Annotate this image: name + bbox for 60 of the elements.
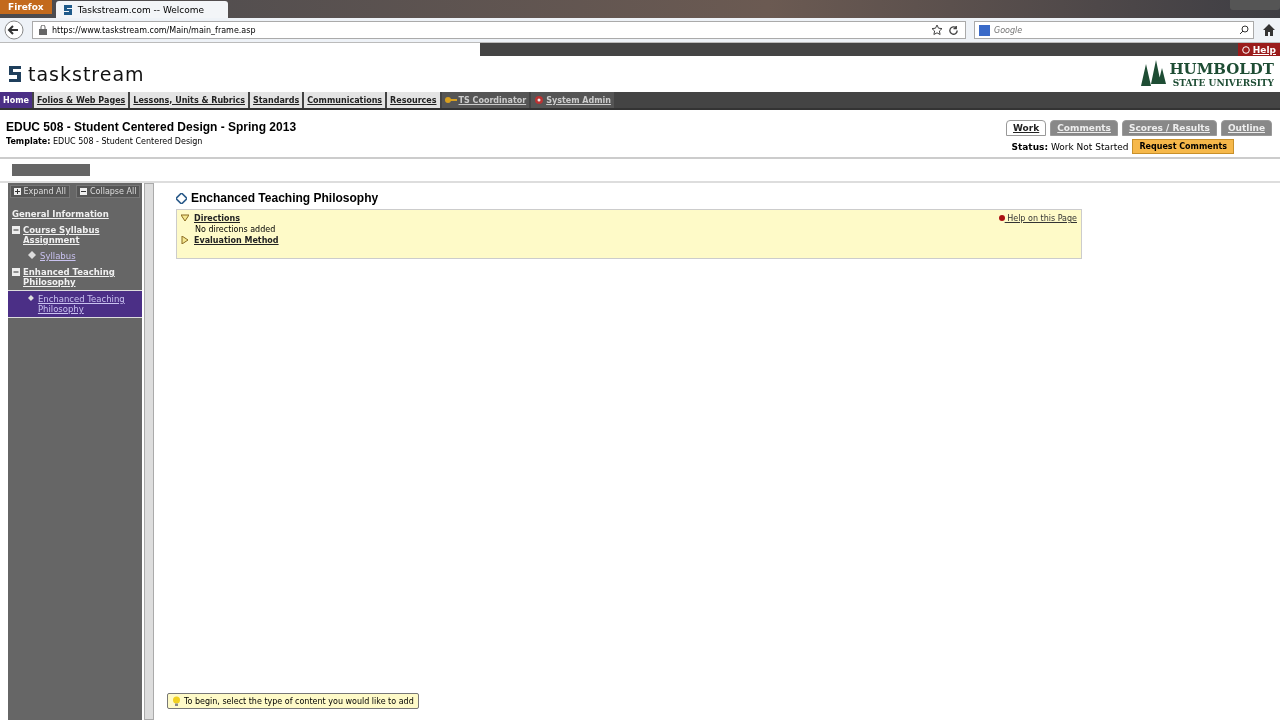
collapse-icon[interactable] [12, 268, 20, 276]
section-toggle[interactable]: Evaluation Method [181, 236, 279, 245]
status-text: Status: Work Not Started [1011, 141, 1129, 152]
google-icon [979, 24, 990, 36]
diamond-icon [176, 192, 187, 204]
tooltip: To begin, select the type of content you would like to add [167, 693, 419, 709]
university-subtitle: STATE UNIVERSITY [1172, 78, 1274, 88]
search-bar[interactable]: Google [974, 21, 1254, 39]
directions-text: No directions added [194, 225, 276, 234]
tree-item[interactable]: Course Syllabus Assignment [8, 222, 142, 248]
request-comments-button[interactable]: Request Comments [1132, 139, 1234, 154]
expand-all-button[interactable]: Expand All [9, 185, 70, 198]
page-title: EDUC 508 - Student Centered Design - Spring 2013 [6, 120, 297, 134]
tree-item[interactable]: Enchanced Teaching Philosophy [8, 290, 142, 318]
triangle-icon [181, 214, 189, 222]
collapse-all-button[interactable]: Collapse All [75, 185, 141, 198]
nav-tab[interactable]: TS Coordinator [441, 92, 530, 108]
nav-tab[interactable]: Resources [387, 92, 440, 108]
scrollbar[interactable] [144, 183, 154, 720]
address-bar[interactable]: https://www.taskstream.com/Main/main_frame.asp [32, 21, 966, 39]
help-link[interactable]: Help on this Page [998, 214, 1077, 223]
content-title: Enchanced Teaching Philosophy [191, 191, 379, 205]
triangle-icon [181, 236, 189, 244]
browser-tab[interactable]: Taskstream.com -- Welcome [55, 1, 228, 18]
tree-item[interactable]: Enhanced Teaching Philosophy [8, 264, 142, 290]
firefox-menu-button[interactable]: Firefox [0, 0, 52, 14]
logo-text: taskstream [28, 63, 145, 85]
nav-tab[interactable]: Home [0, 92, 32, 108]
nav-tab[interactable]: Standards [250, 92, 303, 108]
key-icon [444, 95, 457, 105]
help-button[interactable]: Help [1237, 43, 1280, 56]
plus-icon [13, 188, 21, 195]
nav-tab[interactable]: Folios & Web Pages [33, 92, 129, 108]
help-icon [1241, 45, 1250, 54]
gear-icon [534, 95, 545, 105]
view-tab[interactable]: Work [1006, 120, 1047, 136]
template-text: Template: EDUC 508 - Student Centered Design [6, 137, 204, 146]
help-icon [998, 215, 1005, 221]
taskstream-logo-icon [8, 65, 22, 83]
diamond-icon [28, 251, 36, 259]
home-icon[interactable] [1262, 23, 1276, 37]
trees-icon [1140, 60, 1167, 88]
nav-tab[interactable]: Lessons, Units & Rubrics [130, 92, 248, 108]
lightbulb-icon [172, 696, 181, 706]
university-name: HUMBOLDT [1169, 60, 1274, 78]
tree-item[interactable]: General Information [8, 206, 142, 222]
lock-icon [39, 25, 47, 35]
back-icon[interactable] [4, 20, 24, 40]
star-icon[interactable] [931, 24, 943, 36]
minus-icon [79, 188, 87, 195]
reload-icon[interactable] [948, 24, 959, 36]
nav-tab[interactable]: System Admin [531, 92, 614, 108]
search-icon[interactable] [1239, 25, 1249, 35]
diamond-icon [28, 294, 34, 302]
collapse-icon[interactable] [12, 226, 20, 234]
tab-title: Taskstream.com -- Welcome [77, 4, 205, 15]
site-icon [61, 3, 74, 16]
nav-tab[interactable]: Communications [304, 92, 386, 108]
tree-item[interactable]: Syllabus [8, 248, 142, 264]
section-toggle[interactable]: Directions [181, 214, 240, 223]
